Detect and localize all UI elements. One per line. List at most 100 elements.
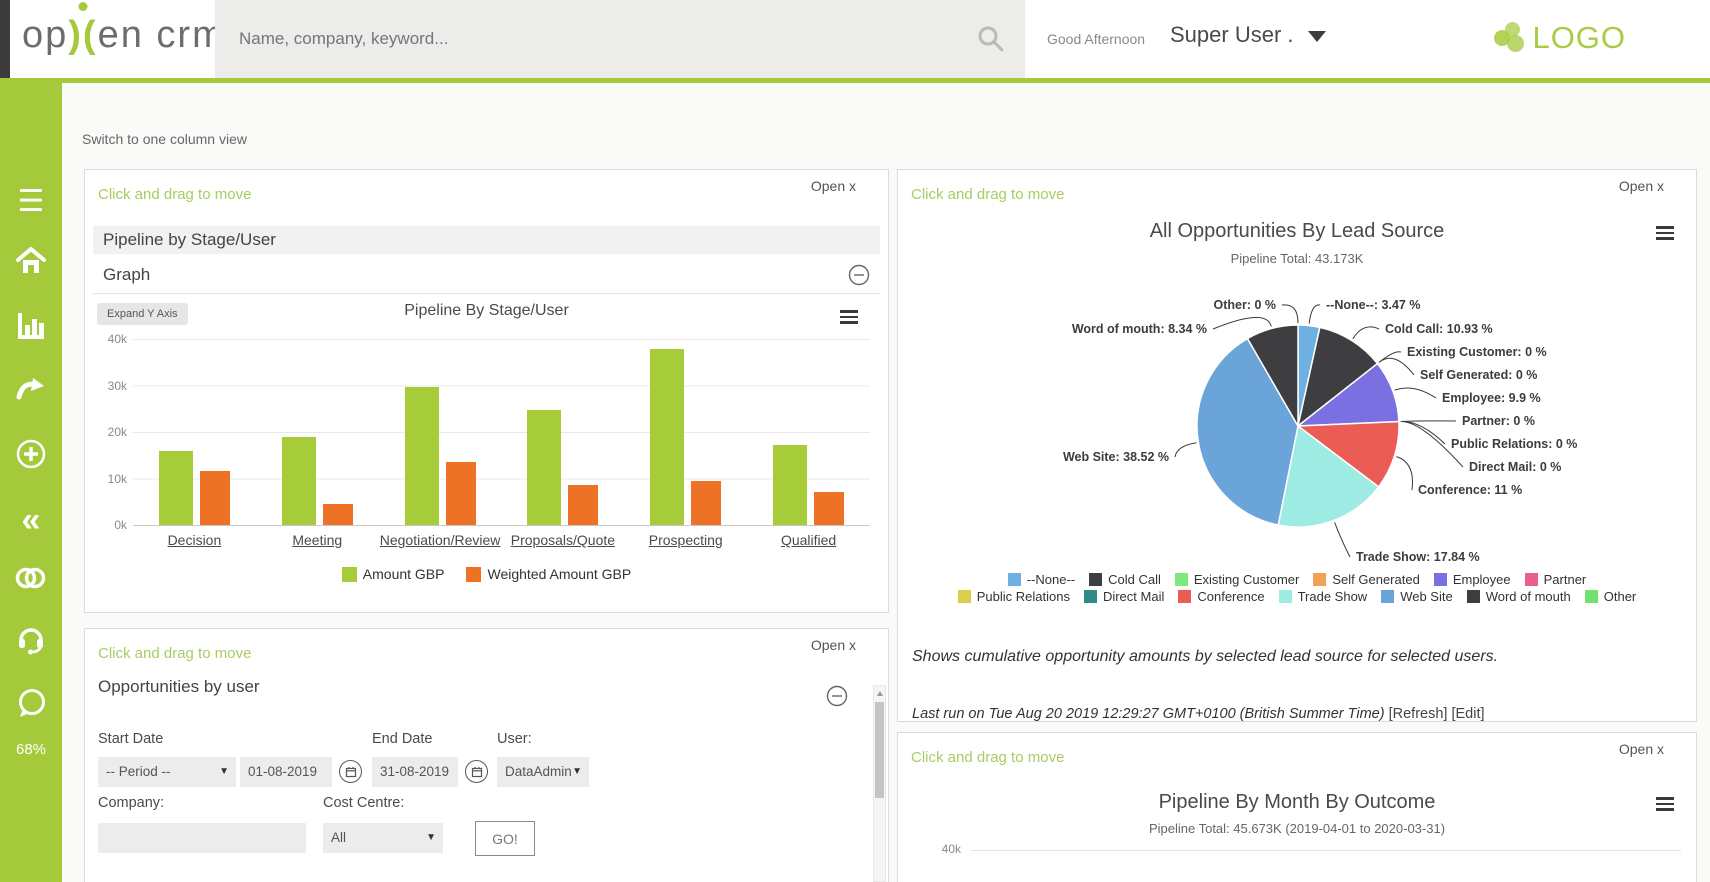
cost-centre-select[interactable]: All▼ xyxy=(323,823,443,853)
end-date-input[interactable]: 31-08-2019 xyxy=(372,757,458,787)
pie-callout-label: --None--: 3.47 % xyxy=(1326,298,1420,312)
legend-item[interactable]: Amount GBP xyxy=(342,566,445,582)
go-button[interactable]: GO! xyxy=(475,821,535,856)
month-chart-title: Pipeline By Month By Outcome xyxy=(898,791,1696,814)
panel-title: Pipeline by Stage/User xyxy=(93,226,880,254)
start-date-label: Start Date xyxy=(98,731,163,747)
period-select[interactable]: -- Period --▼ xyxy=(98,757,236,787)
legend-item[interactable]: Existing Customer xyxy=(1175,572,1299,587)
legend-label: Other xyxy=(1604,589,1637,604)
legend-item[interactable]: Employee xyxy=(1434,572,1511,587)
user-label: User: xyxy=(497,731,532,747)
legend-item[interactable]: Self Generated xyxy=(1313,572,1419,587)
start-date-input[interactable]: 01-08-2019 xyxy=(240,757,332,787)
opportunities-panel: Click and drag to move Open x Opportunit… xyxy=(84,628,889,882)
bar-amount[interactable] xyxy=(282,437,316,525)
headset-icon[interactable] xyxy=(0,623,62,660)
category-link[interactable]: Prospecting xyxy=(624,532,747,548)
open-close-control[interactable]: Open x xyxy=(811,637,856,653)
global-search xyxy=(215,0,1025,78)
legend-label: Word of mouth xyxy=(1486,589,1571,604)
user-select[interactable]: DataAdmin▼ xyxy=(497,757,589,787)
legend-item[interactable]: Direct Mail xyxy=(1084,589,1164,604)
user-name: Super User . xyxy=(1170,22,1294,47)
legend-item[interactable]: Conference xyxy=(1178,589,1264,604)
search-icon[interactable] xyxy=(975,23,1007,60)
search-input[interactable] xyxy=(239,0,929,78)
scrollbar-thumb[interactable] xyxy=(875,702,884,798)
hamburger-menu-icon[interactable]: ☰ xyxy=(0,187,62,217)
bar-chart-categories: DecisionMeetingNegotiation/ReviewProposa… xyxy=(133,532,870,552)
calendar-icon[interactable] xyxy=(465,760,488,783)
logo-text-left: op xyxy=(22,14,68,56)
legend-item[interactable]: Word of mouth xyxy=(1467,589,1571,604)
category-link[interactable]: Negotiation/Review xyxy=(379,532,502,548)
y-axis-tick: 0k xyxy=(91,518,127,532)
legend-label: Cold Call xyxy=(1108,572,1161,587)
legend-item[interactable]: Partner xyxy=(1525,572,1587,587)
legend-item[interactable]: Cold Call xyxy=(1089,572,1161,587)
last-run-text: Last run on Tue Aug 20 2019 12:29:27 GMT… xyxy=(912,706,1385,722)
bar-weighted[interactable] xyxy=(691,481,721,525)
bar-chart-plot[interactable]: 40k30k20k10k0k xyxy=(133,339,870,526)
legend-swatch xyxy=(1175,573,1188,586)
legend-label: Employee xyxy=(1453,572,1511,587)
refresh-link[interactable]: [Refresh] xyxy=(1389,706,1448,722)
company-input[interactable] xyxy=(98,823,306,853)
chat-bubble-icon[interactable] xyxy=(0,687,62,726)
bar-amount[interactable] xyxy=(527,410,561,525)
linked-rings-icon[interactable] xyxy=(0,565,62,596)
add-circle-icon[interactable] xyxy=(0,438,62,475)
bar-weighted[interactable] xyxy=(323,504,353,525)
collapse-section-icon[interactable] xyxy=(848,264,870,291)
category-link[interactable]: Proposals/Quote xyxy=(502,532,625,548)
callout-line xyxy=(1353,327,1379,339)
calendar-icon[interactable] xyxy=(339,760,362,783)
scrollbar-up-arrow[interactable] xyxy=(874,686,885,700)
collapse-section-icon[interactable] xyxy=(826,685,848,712)
open-close-control[interactable]: Open x xyxy=(1619,741,1664,757)
pie-chart[interactable]: --None--: 3.47 %Cold Call: 10.93 %Existi… xyxy=(898,170,1698,570)
home-icon[interactable] xyxy=(0,245,62,282)
edit-link[interactable]: [Edit] xyxy=(1451,706,1484,722)
legend-swatch xyxy=(1434,573,1447,586)
user-menu[interactable]: Super User . xyxy=(1170,22,1326,48)
drag-handle[interactable]: Click and drag to move xyxy=(911,749,1064,766)
bar-weighted[interactable] xyxy=(568,485,598,525)
open-close-control[interactable]: Open x xyxy=(811,178,856,194)
redo-arrow-icon[interactable] xyxy=(0,375,62,408)
bar-amount[interactable] xyxy=(405,387,439,525)
bar-amount[interactable] xyxy=(773,445,807,525)
switch-column-view-link[interactable]: Switch to one column view xyxy=(82,131,247,147)
category-link[interactable]: Decision xyxy=(133,532,256,548)
drag-handle[interactable]: Click and drag to move xyxy=(98,645,251,662)
bar-weighted[interactable] xyxy=(446,462,476,525)
legend-item[interactable]: Trade Show xyxy=(1279,589,1368,604)
callout-line xyxy=(1213,317,1271,329)
bar-amount[interactable] xyxy=(159,451,193,525)
collapse-sidebar-icon[interactable]: « xyxy=(0,503,62,537)
legend-label: Amount GBP xyxy=(363,566,445,582)
legend-swatch xyxy=(466,567,481,582)
y-axis-tick: 40k xyxy=(918,842,961,856)
header-divider xyxy=(0,78,1710,83)
legend-swatch xyxy=(1467,590,1480,603)
drag-handle[interactable]: Click and drag to move xyxy=(98,186,251,203)
bar-chart-icon[interactable] xyxy=(0,311,62,346)
vertical-scrollbar[interactable] xyxy=(873,685,886,882)
pie-callout-label: Employee: 9.9 % xyxy=(1442,391,1541,405)
bar-weighted[interactable] xyxy=(200,471,230,525)
callout-line xyxy=(1282,305,1298,323)
legend-item[interactable]: Other xyxy=(1585,589,1637,604)
clover-icon xyxy=(1494,20,1528,56)
category-link[interactable]: Qualified xyxy=(747,532,870,548)
chart-context-menu-icon[interactable] xyxy=(1656,797,1674,814)
legend-item[interactable]: Web Site xyxy=(1381,589,1453,604)
legend-item[interactable]: --None-- xyxy=(1008,572,1075,587)
chart-context-menu-icon[interactable] xyxy=(840,310,858,327)
category-link[interactable]: Meeting xyxy=(256,532,379,548)
legend-item[interactable]: Weighted Amount GBP xyxy=(466,566,631,582)
legend-item[interactable]: Public Relations xyxy=(958,589,1070,604)
bar-weighted[interactable] xyxy=(814,492,844,525)
bar-amount[interactable] xyxy=(650,349,684,525)
